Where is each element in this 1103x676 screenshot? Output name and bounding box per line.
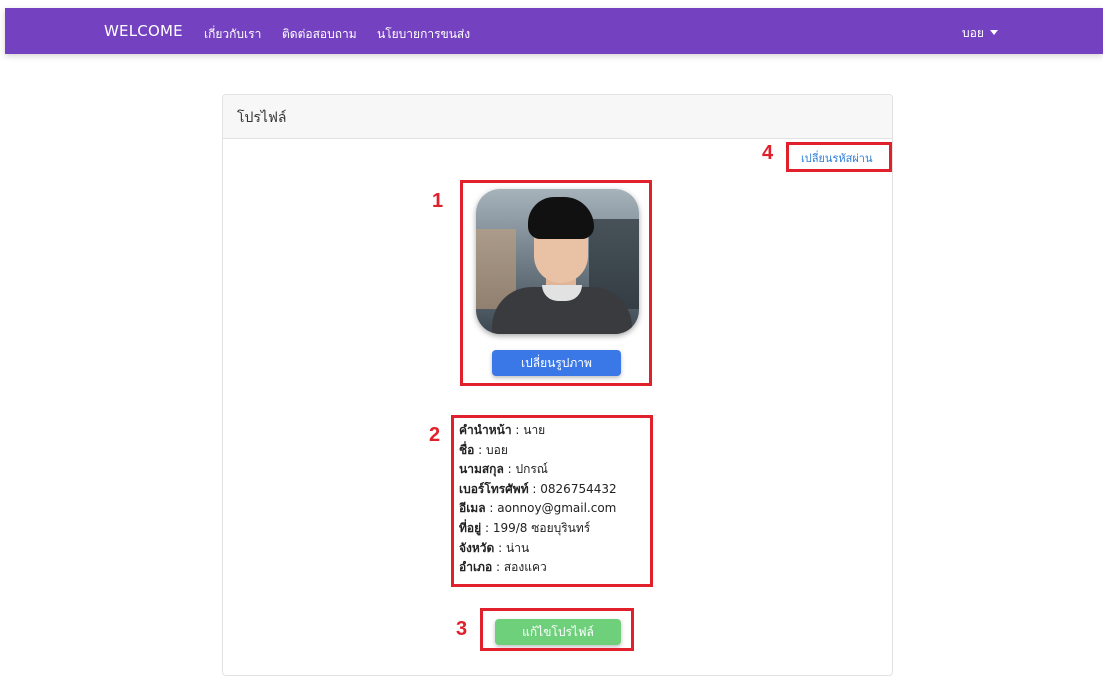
caret-down-icon	[989, 30, 998, 35]
page-title: โปรไฟล์	[237, 110, 287, 126]
annotation-number-3: 3	[456, 618, 468, 640]
annotation-box-1	[460, 180, 652, 386]
annotation-box-4	[786, 142, 892, 172]
nav-link-shipping-policy[interactable]: นโยบายการขนส่ง	[377, 25, 470, 44]
top-navbar: WELCOME เกี่ยวกับเรา ติดต่อสอบถาม นโยบาย…	[5, 8, 1103, 54]
annotation-number-1: 1	[432, 190, 444, 212]
annotation-number-2: 2	[429, 424, 441, 446]
user-name: บอย	[962, 26, 984, 40]
annotation-box-2	[451, 415, 653, 587]
nav-link-contact[interactable]: ติดต่อสอบถาม	[282, 25, 357, 44]
annotation-box-3	[480, 608, 634, 651]
brand-logo[interactable]: WELCOME	[104, 22, 183, 40]
card-header: โปรไฟล์	[223, 95, 892, 139]
user-menu-dropdown[interactable]: บอย	[962, 24, 998, 43]
nav-link-about[interactable]: เกี่ยวกับเรา	[204, 25, 261, 44]
annotation-number-4: 4	[762, 142, 774, 164]
